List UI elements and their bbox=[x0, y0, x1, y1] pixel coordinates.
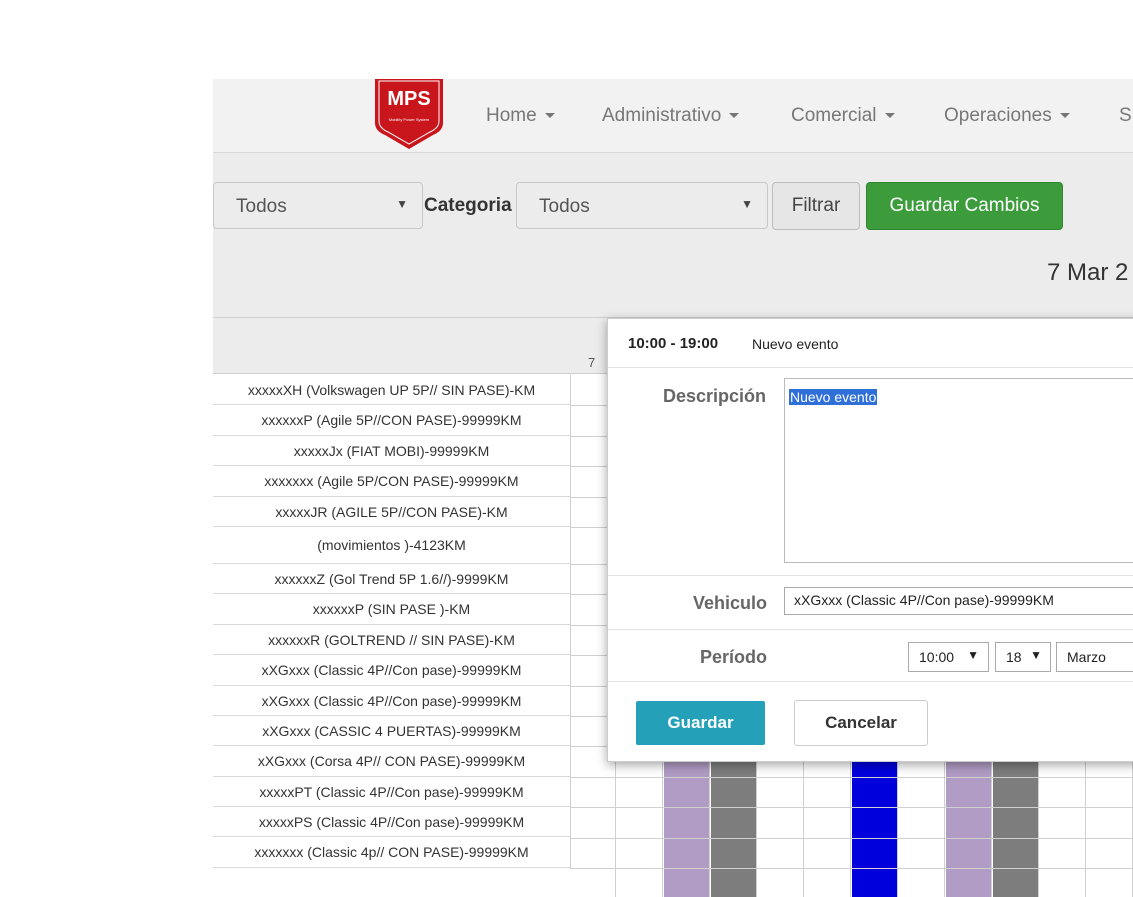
period-label: Período bbox=[700, 647, 768, 667]
dropdown-arrow-icon: ▼ bbox=[396, 197, 408, 211]
resource-row: xXGxxx (Corsa 4P// CON PASE)-99999KM bbox=[213, 746, 570, 777]
nav-operaciones-label: Operaciones bbox=[944, 105, 1052, 126]
resource-row: xxxxxxP (Agile 5P//CON PASE)-99999KM bbox=[213, 405, 570, 436]
category-select[interactable]: Todos ▼ bbox=[516, 182, 768, 229]
resource-row: xxxxxJx (FIAT MOBI)-99999KM bbox=[213, 435, 570, 467]
resource-row: xxxxxXH (Volkswagen UP 5P// SIN PASE)-KM bbox=[213, 375, 570, 406]
period-time-value: 10:00 bbox=[919, 649, 955, 665]
resource-row: xxxxxxx (Agile 5P/CON PASE)-99999KM bbox=[213, 466, 570, 497]
event-time: 10:00 - 19:00 bbox=[628, 335, 719, 352]
resource-list: xxxxxXH (Volkswagen UP 5P// SIN PASE)-KM… bbox=[213, 375, 571, 868]
save-changes-button[interactable]: Guardar Cambios bbox=[866, 182, 1063, 230]
row-divider bbox=[570, 868, 1133, 869]
mps-logo[interactable]: MPS Mobility Power System bbox=[373, 79, 445, 149]
nav-home-label: Home bbox=[486, 105, 537, 126]
row-divider bbox=[570, 776, 1133, 778]
resource-row: xxxxxxZ (Gol Trend 5P 1.6//)-9999KM bbox=[213, 563, 570, 595]
caret-down-icon bbox=[544, 113, 555, 119]
nav-administrativo[interactable]: Administrativo bbox=[602, 105, 740, 127]
filter-select-1[interactable]: Todos ▼ bbox=[213, 182, 423, 229]
vehicle-label: Vehiculo bbox=[693, 593, 768, 613]
calendar-date-title: 7 Mar 2 bbox=[1047, 259, 1129, 286]
period-month-select[interactable]: Marzo bbox=[1056, 642, 1133, 672]
nav-operaciones[interactable]: Operaciones bbox=[944, 105, 1070, 127]
category-select-value: Todos bbox=[539, 196, 590, 217]
resource-row: xXGxxx (Classic 4P//Con pase)-99999KM bbox=[213, 685, 570, 716]
description-selected-text: Nuevo evento bbox=[789, 389, 878, 405]
category-label: Categoria bbox=[424, 195, 512, 216]
resource-row: xxxxxxR (GOLTREND // SIN PASE)-KM bbox=[213, 624, 570, 656]
dropdown-arrow-icon: ▼ bbox=[1030, 648, 1042, 662]
nav-comercial[interactable]: Comercial bbox=[791, 105, 895, 127]
description-textarea[interactable]: Nuevo evento bbox=[784, 378, 1133, 563]
filter-button[interactable]: Filtrar bbox=[772, 182, 860, 230]
resource-row: xxxxxPT (Classic 4P//Con pase)-99999KM bbox=[213, 776, 570, 808]
resource-row: xxxxxPS (Classic 4P//Con pase)-99999KM bbox=[213, 807, 570, 838]
nav-truncated-label: S bbox=[1119, 105, 1132, 126]
nav-comercial-label: Comercial bbox=[791, 105, 877, 126]
save-event-button[interactable]: Guardar bbox=[636, 701, 765, 745]
resource-row: xXGxxx (Classic 4P//Con pase)-99999KM bbox=[213, 655, 570, 686]
dropdown-arrow-icon: ▼ bbox=[741, 197, 753, 211]
cancel-event-button[interactable]: Cancelar bbox=[794, 700, 928, 746]
resource-row: xxxxxJR (AGILE 5P//CON PASE)-KM bbox=[213, 496, 570, 527]
vehicle-select[interactable]: xXGxxx (Classic 4P//Con pase)-99999KM bbox=[784, 587, 1133, 615]
period-time-select[interactable]: 10:00 ▼ bbox=[908, 642, 989, 672]
caret-down-icon bbox=[884, 113, 895, 119]
row-divider bbox=[570, 837, 1133, 839]
period-day-select[interactable]: 18 ▼ bbox=[995, 642, 1051, 672]
resource-row: xxxxxxP (SIN PASE )-KM bbox=[213, 594, 570, 625]
row-divider bbox=[570, 807, 1133, 809]
divider bbox=[608, 575, 1133, 576]
nav-item-truncated[interactable]: S bbox=[1119, 105, 1132, 127]
nav-administrativo-label: Administrativo bbox=[602, 105, 722, 126]
day-number: 7 bbox=[588, 355, 596, 370]
top-navbar: MPS Mobility Power System Home Administr… bbox=[213, 79, 1133, 153]
event-title: Nuevo evento bbox=[752, 336, 839, 352]
resource-row: xxxxxxx (Classic 4p// CON PASE)-99999KM bbox=[213, 837, 570, 868]
period-month-value: Marzo bbox=[1067, 649, 1106, 665]
nav-home[interactable]: Home bbox=[486, 105, 555, 127]
period-day-value: 18 bbox=[1006, 649, 1022, 665]
resource-row: xXGxxx (CASSIC 4 PUERTAS)-99999KM bbox=[213, 715, 570, 747]
popup-header: 10:00 - 19:00 Nuevo evento bbox=[608, 319, 1133, 368]
logo-subtext: Mobility Power System bbox=[389, 117, 430, 122]
caret-down-icon bbox=[1059, 113, 1070, 119]
description-label: Descripción bbox=[663, 386, 767, 406]
divider bbox=[608, 681, 1133, 682]
filter-select-1-value: Todos bbox=[236, 196, 287, 217]
resource-header bbox=[213, 318, 571, 374]
divider bbox=[608, 629, 1133, 630]
resource-row: (movimientos )-4123KM bbox=[213, 526, 570, 564]
event-popup: 10:00 - 19:00 Nuevo evento Descripción N… bbox=[607, 318, 1133, 762]
logo-text: MPS bbox=[387, 88, 430, 110]
dropdown-arrow-icon: ▼ bbox=[967, 648, 979, 662]
caret-down-icon bbox=[729, 113, 740, 119]
